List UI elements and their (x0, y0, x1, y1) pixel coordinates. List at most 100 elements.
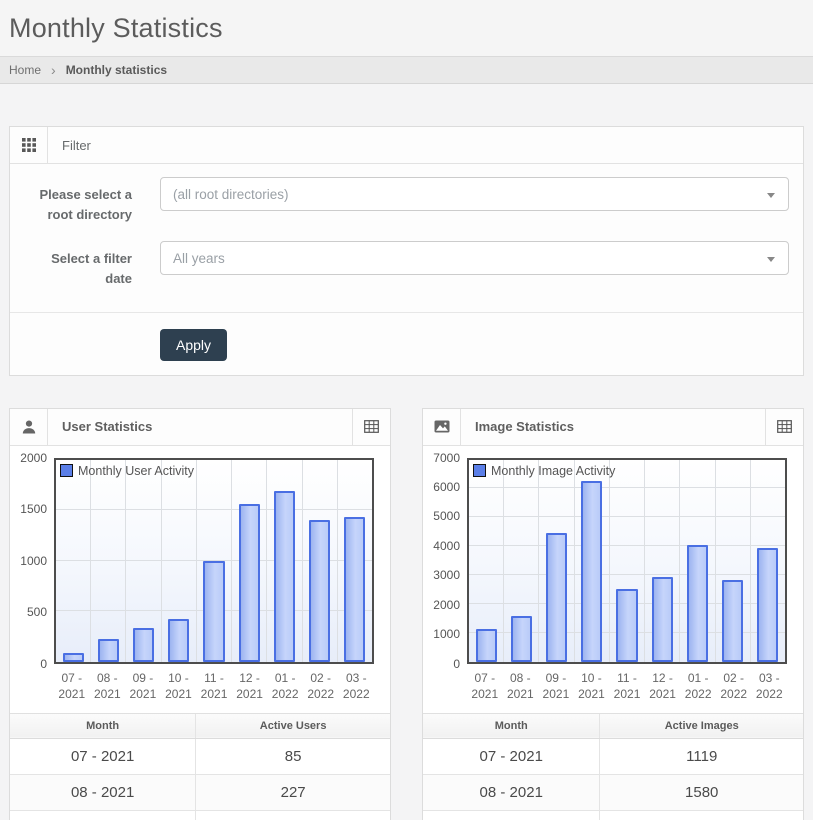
image-activity-chart: 01000200030004000500060007000Monthly Ima… (423, 446, 803, 702)
chart-slot (162, 460, 197, 662)
filter-panel-header: Filter (10, 127, 803, 164)
plot-area: Monthly Image Activity (467, 458, 787, 664)
root-directory-label: Please select a root directory (25, 177, 132, 225)
chart-slot (56, 460, 91, 662)
bar (309, 520, 330, 661)
chart-legend: Monthly Image Activity (473, 464, 615, 478)
filter-form: Please select a root directory (all root… (10, 164, 803, 375)
table-row: 09 - 20214451 (423, 810, 803, 820)
y-axis-tick-label: 1000 (20, 554, 47, 568)
x-axis-label: 10 -2021 (161, 670, 197, 702)
breadcrumb-home-link[interactable]: Home (9, 63, 41, 77)
y-axis-tick-label: 1000 (433, 627, 460, 641)
y-axis-tick-label: 2000 (20, 451, 47, 465)
y-axis-tick-label: 500 (27, 605, 47, 619)
bar (133, 628, 154, 661)
table-cell: 07 - 2021 (10, 738, 196, 774)
apply-button[interactable]: Apply (160, 329, 227, 361)
filter-date-selected-value: All years (173, 251, 225, 266)
chart-slot (91, 460, 126, 662)
column-header: Month (423, 713, 600, 738)
x-axis-label: 07 -2021 (54, 670, 90, 702)
table-cell: 07 - 2021 (423, 738, 600, 774)
column-header: Month (10, 713, 196, 738)
y-axis-tick-label: 6000 (433, 480, 460, 494)
x-axis-label: 09 -2021 (538, 670, 574, 702)
filter-date-select[interactable]: All years (160, 241, 789, 275)
filter-panel: Filter Please select a root directory (a… (9, 126, 804, 376)
bar (476, 629, 497, 661)
page-header: Monthly Statistics (0, 0, 813, 56)
x-axis-label: 08 -2021 (90, 670, 126, 702)
chart-slot (232, 460, 267, 662)
x-axis-label: 01 -2022 (267, 670, 303, 702)
chevron-down-icon (767, 193, 775, 198)
column-header: Active Images (600, 713, 803, 738)
x-axis: 07 -202108 -202109 -202110 -202111 -2021… (54, 670, 374, 702)
chart-slot (126, 460, 161, 662)
bar (203, 561, 224, 662)
table-icon[interactable] (352, 409, 390, 445)
bar (511, 616, 532, 662)
plot-area: Monthly User Activity (54, 458, 374, 664)
column-header: Active Users (196, 713, 390, 738)
table-row: 08 - 20211580 (423, 774, 803, 810)
table-icon[interactable] (765, 409, 803, 445)
root-directory-select[interactable]: (all root directories) (160, 177, 789, 211)
x-axis: 07 -202108 -202109 -202110 -202111 -2021… (467, 670, 787, 702)
x-axis-label: 03 -2022 (752, 670, 788, 702)
y-axis: 0500100015002000 (18, 458, 54, 664)
table-cell: 1119 (600, 738, 803, 774)
chart-slot (197, 460, 232, 662)
chevron-down-icon (767, 257, 775, 262)
chevron-right-icon: › (51, 64, 56, 76)
y-axis-tick-label: 0 (40, 657, 47, 671)
legend-swatch-icon (60, 464, 73, 477)
table-row: 08 - 2021227 (10, 774, 390, 810)
table-cell: 1580 (600, 774, 803, 810)
table-cell: 08 - 2021 (423, 774, 600, 810)
chart-slot (303, 460, 338, 662)
table-cell: 4451 (600, 810, 803, 820)
user-statistics-title: User Statistics (48, 409, 352, 445)
chart-slot (504, 460, 539, 662)
chart-slot (469, 460, 504, 662)
x-axis-label: 02 -2022 (716, 670, 752, 702)
grid-icon (10, 127, 48, 163)
bar (722, 580, 743, 662)
table-row: 07 - 20211119 (423, 738, 803, 774)
y-axis-tick-label: 2000 (433, 598, 460, 612)
chart-legend: Monthly User Activity (60, 464, 194, 478)
plot-column: Monthly Image Activity 07 -202108 -202109… (467, 458, 787, 702)
legend-swatch-icon (473, 464, 486, 477)
chart-slot (645, 460, 680, 662)
bar (344, 517, 365, 661)
bar (63, 653, 84, 662)
filter-date-label: Select a filter date (25, 241, 132, 289)
x-axis-label: 02 -2022 (303, 670, 339, 702)
user-statistics-panel: User Statistics 0500100015002000Monthly … (9, 408, 391, 820)
legend-label: Monthly User Activity (78, 464, 194, 478)
bar (757, 548, 778, 662)
image-statistics-title: Image Statistics (461, 409, 765, 445)
bar (274, 491, 295, 662)
x-axis-label: 07 -2021 (467, 670, 503, 702)
table-cell: 09 - 2021 (423, 810, 600, 820)
user-icon (10, 409, 48, 445)
table-row: 07 - 202185 (10, 738, 390, 774)
table-cell: 331 (196, 810, 390, 820)
table-row: 09 - 2021331 (10, 810, 390, 820)
table-cell: 09 - 2021 (10, 810, 196, 820)
x-axis-label: 03 -2022 (339, 670, 375, 702)
image-statistics-table: MonthActive Images07 - 2021111908 - 2021… (423, 713, 803, 820)
root-directory-selected-value: (all root directories) (173, 187, 289, 202)
x-axis-label: 09 -2021 (125, 670, 161, 702)
chart-slot (610, 460, 645, 662)
bar (581, 481, 602, 661)
image-statistics-panel: Image Statistics 01000200030004000500060… (422, 408, 804, 820)
image-icon (423, 409, 461, 445)
chart-slot (267, 460, 302, 662)
table-cell: 08 - 2021 (10, 774, 196, 810)
bar (687, 545, 708, 662)
bar (546, 533, 567, 661)
